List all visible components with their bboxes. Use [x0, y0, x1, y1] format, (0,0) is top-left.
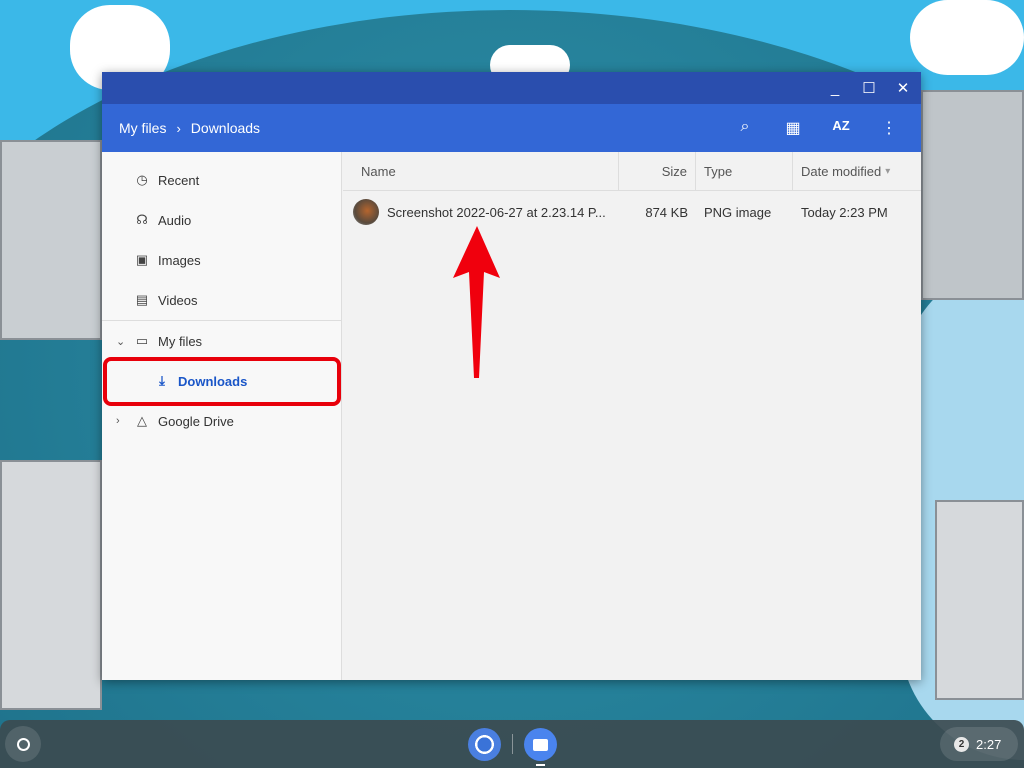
sidebar-item-audio[interactable]: ☊ Audio [102, 200, 341, 240]
breadcrumb-downloads[interactable]: Downloads [191, 120, 260, 136]
sidebar-item-images[interactable]: ▣ Images [102, 240, 341, 280]
file-type: PNG image [704, 204, 772, 220]
sidebar-item-videos[interactable]: ▤ Videos [102, 280, 341, 320]
sidebar-item-label: Google Drive [158, 413, 234, 429]
sidebar-item-label: Videos [158, 292, 198, 308]
grid-view-icon[interactable]: ▦ [769, 118, 817, 138]
chevron-down-icon[interactable]: ⌄ [116, 335, 125, 348]
file-name: Screenshot 2022-06-27 at 2.23.14 P... [387, 204, 606, 220]
headphones-icon: ☊ [136, 212, 148, 227]
breadcrumb-my-files[interactable]: My files [119, 120, 166, 136]
sidebar-item-label: Audio [158, 212, 192, 228]
files-app-icon[interactable] [524, 728, 557, 761]
shelf-separator [512, 734, 513, 754]
breadcrumb-separator-icon: › [176, 120, 181, 136]
sidebar-item-label: Recent [158, 172, 200, 188]
laptop-icon: ▭ [135, 333, 149, 348]
column-name[interactable]: Name [343, 152, 619, 190]
clock-icon: ◷ [136, 172, 148, 187]
sidebar-item-label: My files [158, 333, 203, 349]
sidebar: ◷ Recent ☊ Audio ▣ Images ▤ Videos ⌄ ▭ My file… [102, 152, 342, 680]
image-icon: ▣ [135, 252, 149, 267]
launcher-button[interactable] [5, 726, 41, 762]
chrome-app-icon[interactable] [468, 728, 501, 761]
title-bar[interactable]: _ ☐ ✕ [102, 72, 921, 104]
files-app-window: _ ☐ ✕ My files › Downloads ⌕ ▦ AZ ⋮ ◷ Rec… [102, 72, 921, 680]
film-icon: ▤ [135, 292, 149, 307]
sidebar-item-label: Images [158, 252, 201, 268]
search-icon[interactable]: ⌕ [721, 118, 769, 138]
sort-icon[interactable]: AZ [817, 118, 865, 138]
sidebar-item-my-files[interactable]: ⌄ ▭ My files [102, 321, 341, 361]
app-header: My files › Downloads ⌕ ▦ AZ ⋮ [102, 104, 921, 152]
column-date-modified[interactable]: Date modified ▾ [793, 152, 898, 190]
drive-icon: △ [137, 413, 147, 428]
column-type[interactable]: Type [696, 152, 793, 190]
active-app-indicator [536, 764, 545, 766]
file-date: Today 2:23 PM [801, 204, 888, 220]
sort-arrow-icon: ▾ [885, 165, 891, 177]
sidebar-item-google-drive[interactable]: › △ Google Drive [102, 401, 341, 441]
column-headers: Name Size Type Date modified ▾ [343, 152, 921, 191]
red-arrow-annotation [453, 226, 500, 378]
image-thumbnail-icon [353, 199, 379, 225]
maximize-button[interactable]: ☐ [859, 79, 879, 97]
column-size[interactable]: Size [619, 152, 696, 190]
sidebar-item-recent[interactable]: ◷ Recent [102, 160, 341, 200]
status-tray[interactable]: 2 2:27 [940, 727, 1018, 761]
column-date-label: Date modified [801, 163, 882, 179]
notification-count-badge: 2 [954, 736, 969, 752]
clock: 2:27 [976, 736, 1002, 752]
file-list: Name Size Type Date modified ▾ Screenshot… [343, 152, 921, 680]
more-options-icon[interactable]: ⋮ [865, 118, 913, 138]
highlight-box-annotation [103, 357, 341, 406]
file-row[interactable]: Screenshot 2022-06-27 at 2.23.14 P... 87… [343, 191, 921, 233]
launcher-icon [16, 737, 30, 751]
minimize-button[interactable]: _ [825, 80, 845, 97]
close-button[interactable]: ✕ [893, 79, 913, 97]
file-size: 874 KB [645, 204, 688, 220]
chevron-right-icon[interactable]: › [116, 415, 120, 427]
shelf: 2 2:27 [0, 720, 1024, 768]
